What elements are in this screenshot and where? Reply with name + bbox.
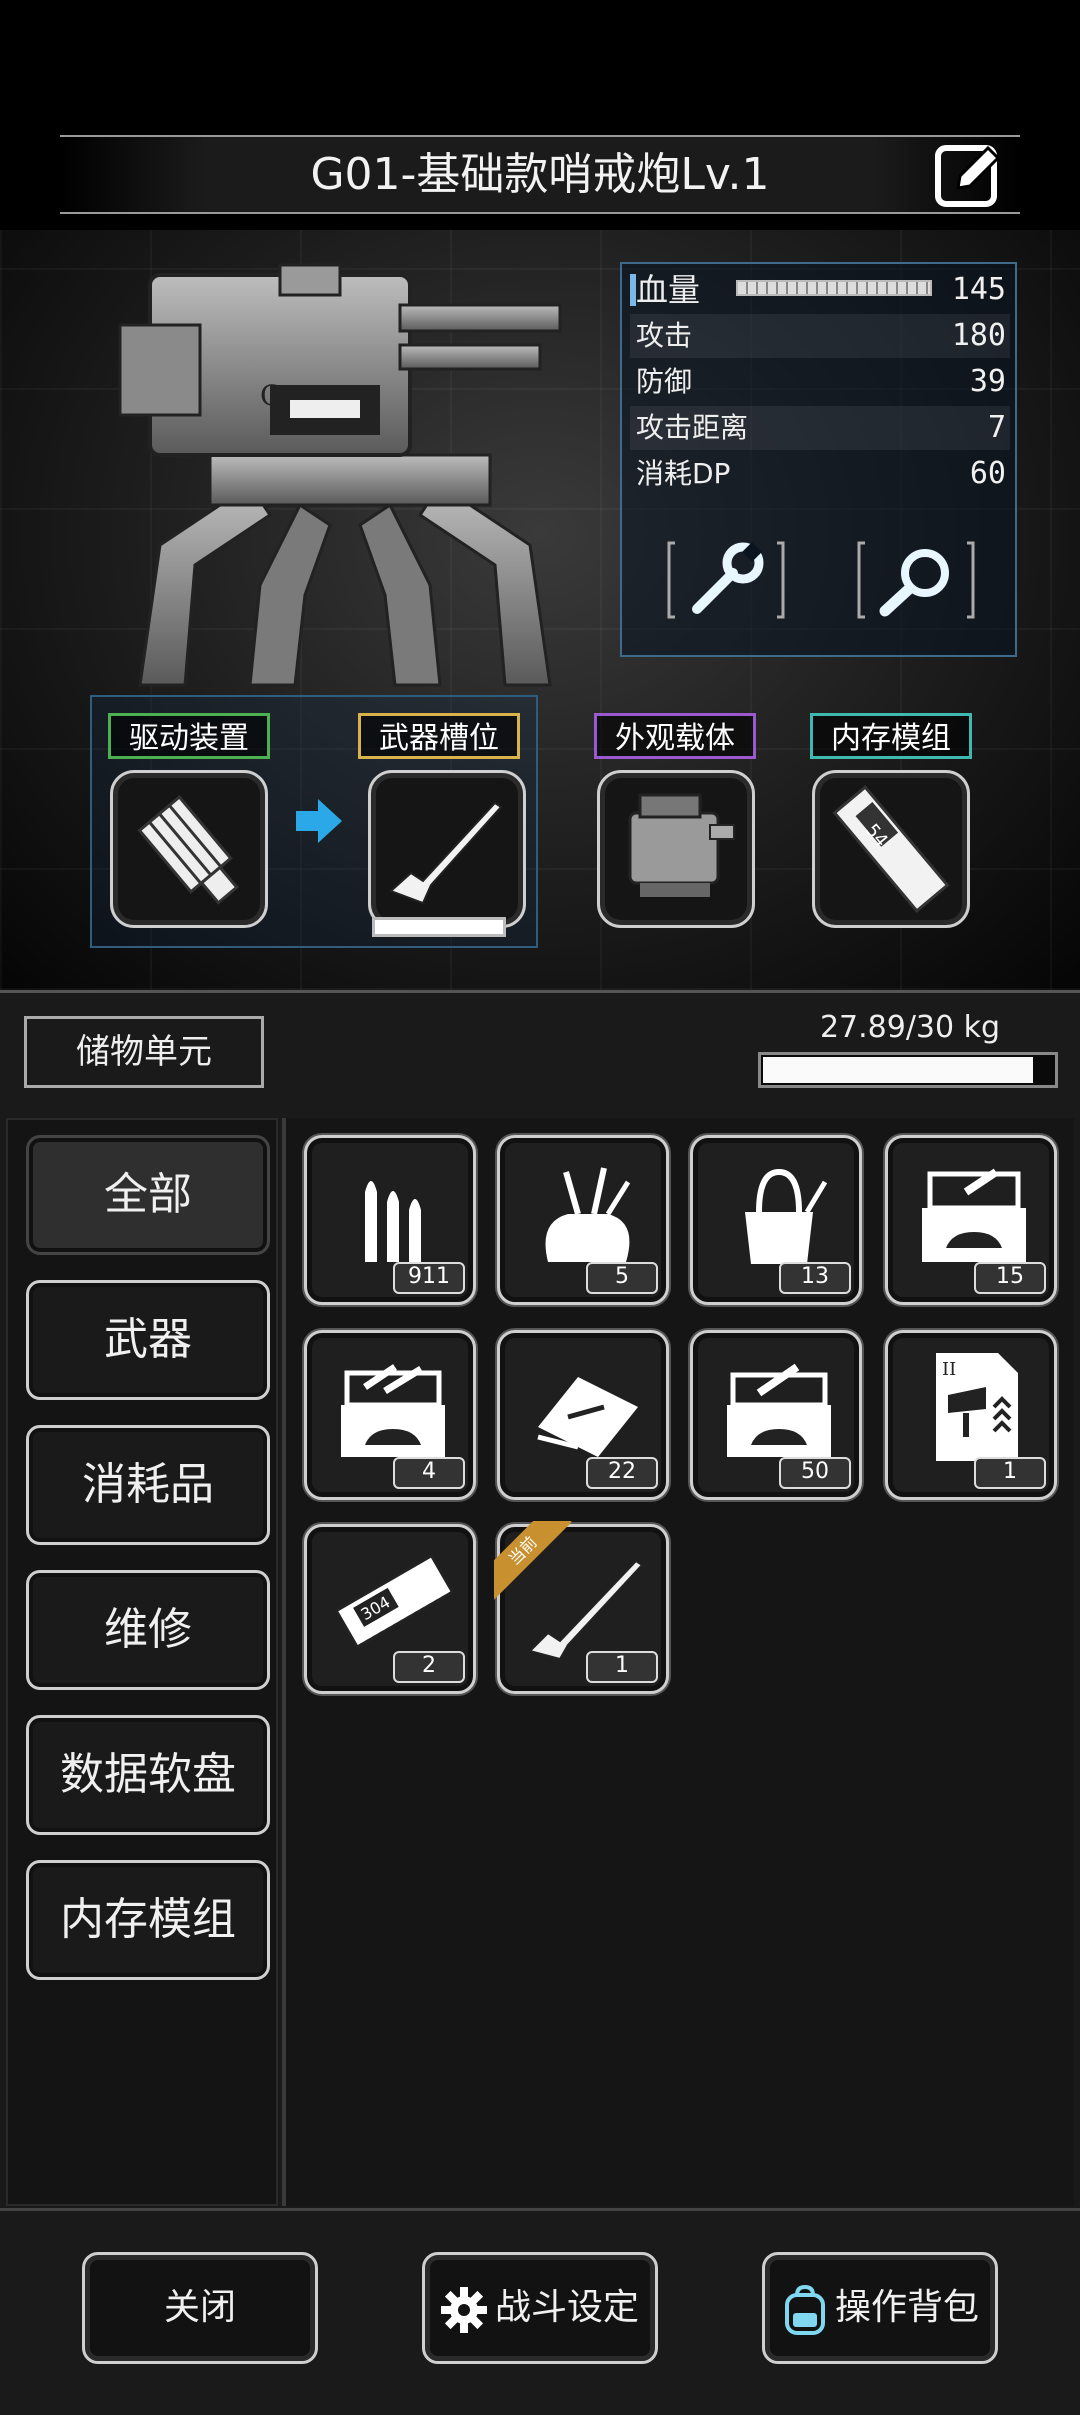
item-count: 50 bbox=[779, 1457, 851, 1489]
item-count: 5 bbox=[586, 1262, 658, 1294]
memory-chip-icon: 54 bbox=[832, 785, 950, 913]
slot-memory[interactable]: 54 bbox=[812, 770, 970, 928]
wrench-icon bbox=[667, 541, 785, 619]
battle-settings-button[interactable]: 战斗设定 bbox=[422, 2252, 658, 2364]
item-slot[interactable]: 304 2 bbox=[304, 1524, 476, 1694]
item-count: 15 bbox=[974, 1262, 1046, 1294]
stat-hp: 血量 145 bbox=[630, 268, 1010, 312]
gear-icon bbox=[441, 2287, 487, 2333]
svg-text:G: G bbox=[260, 379, 282, 412]
item-slot[interactable]: 4 bbox=[304, 1330, 476, 1500]
category-consumables[interactable]: 消耗品 bbox=[26, 1425, 270, 1545]
item-slot[interactable]: 50 bbox=[690, 1330, 862, 1500]
hp-bar bbox=[736, 280, 932, 296]
item-count: 4 bbox=[393, 1457, 465, 1489]
turret-scene: G G01-基础款哨戒炮Lv.1 血量 145 攻击 180 防御 39 攻击距… bbox=[0, 0, 1080, 990]
motor-icon bbox=[137, 794, 239, 905]
stat-label: 消耗DP bbox=[636, 457, 731, 490]
repair-button[interactable] bbox=[667, 539, 785, 621]
stat-label: 攻击 bbox=[636, 319, 693, 352]
stat-attack: 攻击 180 bbox=[630, 314, 1010, 358]
data-card-mark: II bbox=[942, 1359, 956, 1380]
slot-skin[interactable] bbox=[597, 770, 755, 928]
rifle-icon bbox=[389, 801, 503, 905]
item-slot[interactable]: 13 bbox=[690, 1135, 862, 1305]
inspect-button[interactable] bbox=[857, 539, 975, 621]
weight-bar-fill bbox=[763, 1057, 1033, 1083]
item-slot[interactable]: 911 bbox=[304, 1135, 476, 1305]
tool-tray-icon bbox=[537, 1377, 638, 1457]
stat-defense: 防御 39 bbox=[630, 360, 1010, 404]
category-repair[interactable]: 维修 bbox=[26, 1570, 270, 1690]
slot-label-drive: 驱动装置 bbox=[108, 713, 270, 759]
item-count: 1 bbox=[586, 1651, 658, 1683]
turret-title: G01-基础款哨戒炮Lv.1 bbox=[310, 149, 770, 200]
title-bar: G01-基础款哨戒炮Lv.1 bbox=[60, 135, 1020, 214]
pouch-tools-icon bbox=[545, 1167, 631, 1262]
slot-label-memory: 内存模组 bbox=[810, 713, 972, 759]
stat-value: 180 bbox=[951, 318, 1006, 353]
item-slot[interactable]: 15 bbox=[885, 1135, 1057, 1305]
stat-value: 39 bbox=[969, 364, 1006, 399]
item-slot[interactable]: 22 bbox=[497, 1330, 669, 1500]
item-count: 22 bbox=[586, 1457, 658, 1489]
stat-value: 60 bbox=[969, 456, 1006, 491]
item-slot-current[interactable]: 当前 1 bbox=[494, 1521, 669, 1694]
edit-icon bbox=[935, 145, 1001, 207]
item-count: 1 bbox=[974, 1457, 1046, 1489]
rifle-icon bbox=[528, 1559, 644, 1661]
data-card-icon: II bbox=[936, 1353, 1018, 1461]
operation-backpack-label: 操作背包 bbox=[835, 2287, 980, 2328]
category-weapons[interactable]: 武器 bbox=[26, 1280, 270, 1400]
battle-settings-label: 战斗设定 bbox=[495, 2287, 640, 2328]
stat-value: 7 bbox=[987, 410, 1006, 445]
operation-backpack-button[interactable]: 操作背包 bbox=[762, 2252, 998, 2364]
weapon-durability-bar bbox=[372, 917, 506, 937]
repair-kit-icon bbox=[727, 1363, 831, 1457]
magnifier-icon bbox=[857, 541, 975, 619]
arrow-right-icon bbox=[296, 799, 342, 843]
rename-button[interactable] bbox=[934, 140, 1006, 208]
stat-label: 攻击距离 bbox=[636, 411, 749, 444]
tool-bag-icon bbox=[745, 1168, 828, 1264]
stat-label: 防御 bbox=[636, 365, 693, 398]
close-button[interactable]: 关闭 bbox=[82, 2252, 318, 2364]
close-button-label: 关闭 bbox=[163, 2287, 236, 2328]
category-sidebar: 全部 武器 消耗品 维修 数据软盘 内存模组 bbox=[6, 1118, 278, 2206]
stat-dp-cost: 消耗DP 60 bbox=[630, 452, 1010, 496]
stat-label: 血量 bbox=[636, 271, 701, 309]
slot-label-weapon: 武器槽位 bbox=[358, 713, 520, 759]
category-all[interactable]: 全部 bbox=[26, 1135, 270, 1255]
memory-module-icon: 304 bbox=[334, 1553, 455, 1650]
category-data-disk[interactable]: 数据软盘 bbox=[26, 1715, 270, 1835]
toolbox-icon bbox=[341, 1364, 445, 1457]
item-slot[interactable]: 5 bbox=[497, 1135, 669, 1305]
item-slot[interactable]: II 1 bbox=[885, 1330, 1057, 1500]
turret-icon bbox=[628, 793, 735, 897]
item-count: 2 bbox=[393, 1651, 465, 1683]
category-memory-module[interactable]: 内存模组 bbox=[26, 1860, 270, 1980]
turret-illustration: G bbox=[118, 263, 562, 687]
bullets-icon bbox=[365, 1181, 421, 1262]
car-toolbox-icon bbox=[922, 1168, 1026, 1262]
storage-unit-label: 储物单元 bbox=[24, 1016, 264, 1088]
weight-text: 27.89/30 kg bbox=[819, 1010, 1001, 1045]
slot-weapon[interactable] bbox=[368, 770, 526, 928]
stat-value: 145 bbox=[951, 272, 1006, 307]
item-count: 911 bbox=[393, 1262, 465, 1294]
item-count: 13 bbox=[779, 1262, 851, 1294]
slot-drive[interactable] bbox=[110, 770, 268, 928]
stat-range: 攻击距离 7 bbox=[630, 406, 1010, 450]
slot-label-skin: 外观载体 bbox=[594, 713, 756, 759]
backpack-icon bbox=[785, 2284, 825, 2335]
stats-panel: 血量 145 攻击 180 防御 39 攻击距离 7 消耗DP 60 bbox=[620, 262, 1017, 657]
